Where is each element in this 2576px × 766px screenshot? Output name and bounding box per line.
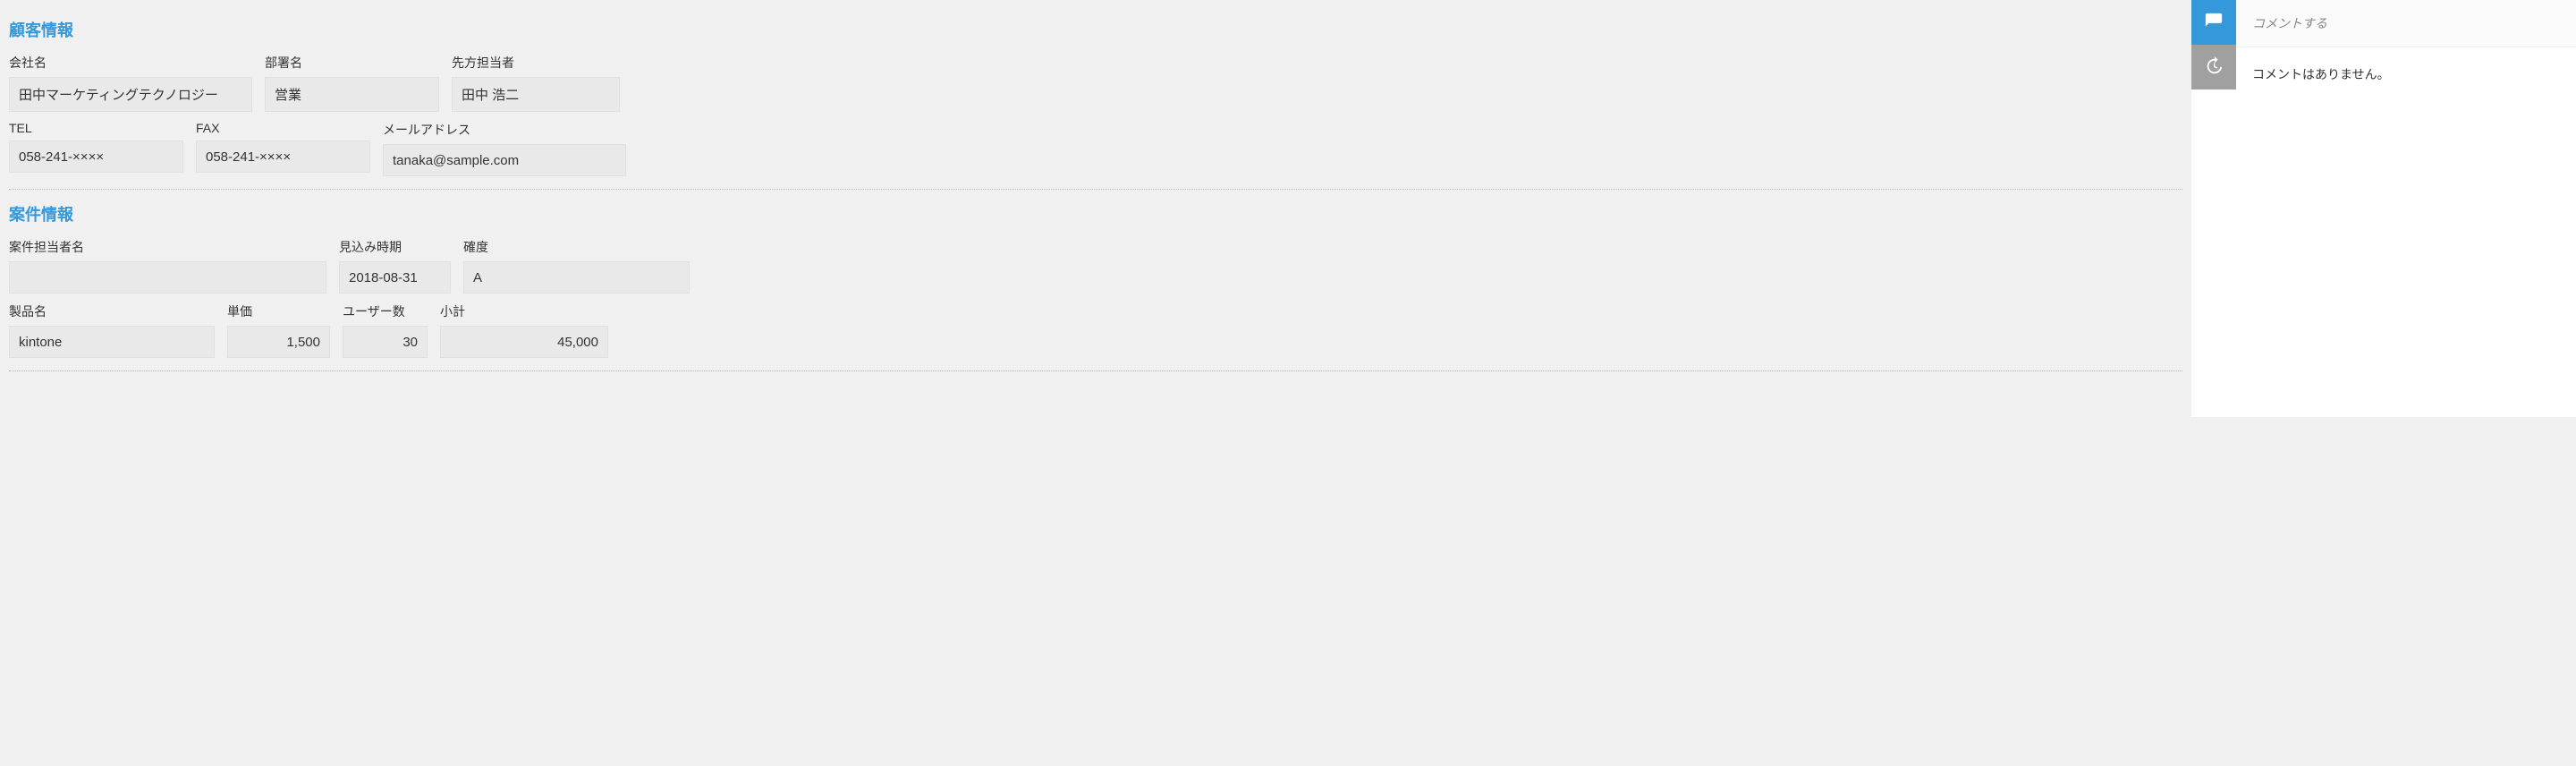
label-email: メールアドレス bbox=[383, 121, 626, 139]
value-unit-price: 1,500 bbox=[227, 326, 330, 358]
record-detail: 顧客情報 会社名 田中マーケティングテクノロジー 部署名 営業 先方担当者 田中… bbox=[0, 0, 2191, 417]
label-company: 会社名 bbox=[9, 54, 252, 72]
comments-empty: コメントはありません。 bbox=[2236, 47, 2576, 101]
comment-icon bbox=[2204, 12, 2224, 34]
value-tel: 058-241-×××× bbox=[9, 140, 183, 173]
value-probability: A bbox=[463, 261, 690, 294]
label-fax: FAX bbox=[196, 121, 370, 135]
value-department: 営業 bbox=[265, 77, 439, 112]
divider-2 bbox=[9, 370, 2182, 371]
comment-input[interactable]: コメントする bbox=[2236, 0, 2576, 47]
label-probability: 確度 bbox=[463, 238, 690, 256]
label-tel: TEL bbox=[9, 121, 183, 135]
label-subtotal: 小計 bbox=[440, 302, 608, 320]
field-subtotal: 小計 45,000 bbox=[440, 302, 608, 358]
deal-row-2: 製品名 kintone 単価 1,500 ユーザー数 30 小計 45,000 bbox=[9, 302, 2182, 358]
tab-history[interactable] bbox=[2191, 45, 2236, 89]
value-email: tanaka@sample.com bbox=[383, 144, 626, 176]
field-contact: 先方担当者 田中 浩二 bbox=[452, 54, 620, 112]
label-unit-price: 単価 bbox=[227, 302, 330, 320]
deal-row-1: 案件担当者名 見込み時期 2018-08-31 確度 A bbox=[9, 238, 2182, 294]
field-probability: 確度 A bbox=[463, 238, 690, 294]
field-unit-price: 単価 1,500 bbox=[227, 302, 330, 358]
value-company: 田中マーケティングテクノロジー bbox=[9, 77, 252, 112]
field-email: メールアドレス tanaka@sample.com bbox=[383, 121, 626, 176]
section-title-customer: 顧客情報 bbox=[9, 18, 2182, 41]
comments-sidebar: コメントする コメントはありません。 bbox=[2191, 0, 2576, 417]
field-tel: TEL 058-241-×××× bbox=[9, 121, 183, 176]
field-expected: 見込み時期 2018-08-31 bbox=[339, 238, 451, 294]
field-product: 製品名 kintone bbox=[9, 302, 215, 358]
tab-comments[interactable] bbox=[2191, 0, 2236, 45]
field-owner: 案件担当者名 bbox=[9, 238, 326, 294]
section-title-deal: 案件情報 bbox=[9, 202, 2182, 226]
label-owner: 案件担当者名 bbox=[9, 238, 326, 256]
value-expected: 2018-08-31 bbox=[339, 261, 451, 294]
label-department: 部署名 bbox=[265, 54, 439, 72]
history-icon bbox=[2204, 56, 2224, 79]
field-fax: FAX 058-241-×××× bbox=[196, 121, 370, 176]
field-company: 会社名 田中マーケティングテクノロジー bbox=[9, 54, 252, 112]
field-department: 部署名 営業 bbox=[265, 54, 439, 112]
value-owner bbox=[9, 261, 326, 294]
field-users: ユーザー数 30 bbox=[343, 302, 428, 358]
value-contact: 田中 浩二 bbox=[452, 77, 620, 112]
value-users: 30 bbox=[343, 326, 428, 358]
comments-body: コメントする コメントはありません。 bbox=[2236, 0, 2576, 101]
customer-row-1: 会社名 田中マーケティングテクノロジー 部署名 営業 先方担当者 田中 浩二 bbox=[9, 54, 2182, 112]
label-contact: 先方担当者 bbox=[452, 54, 620, 72]
value-fax: 058-241-×××× bbox=[196, 140, 370, 173]
sidebar-tabs bbox=[2191, 0, 2236, 89]
label-users: ユーザー数 bbox=[343, 302, 428, 320]
app-root: 顧客情報 会社名 田中マーケティングテクノロジー 部署名 営業 先方担当者 田中… bbox=[0, 0, 2576, 417]
value-product: kintone bbox=[9, 326, 215, 358]
label-product: 製品名 bbox=[9, 302, 215, 320]
label-expected: 見込み時期 bbox=[339, 238, 451, 256]
value-subtotal: 45,000 bbox=[440, 326, 608, 358]
customer-row-2: TEL 058-241-×××× FAX 058-241-×××× メールアドレ… bbox=[9, 121, 2182, 176]
divider-1 bbox=[9, 189, 2182, 190]
